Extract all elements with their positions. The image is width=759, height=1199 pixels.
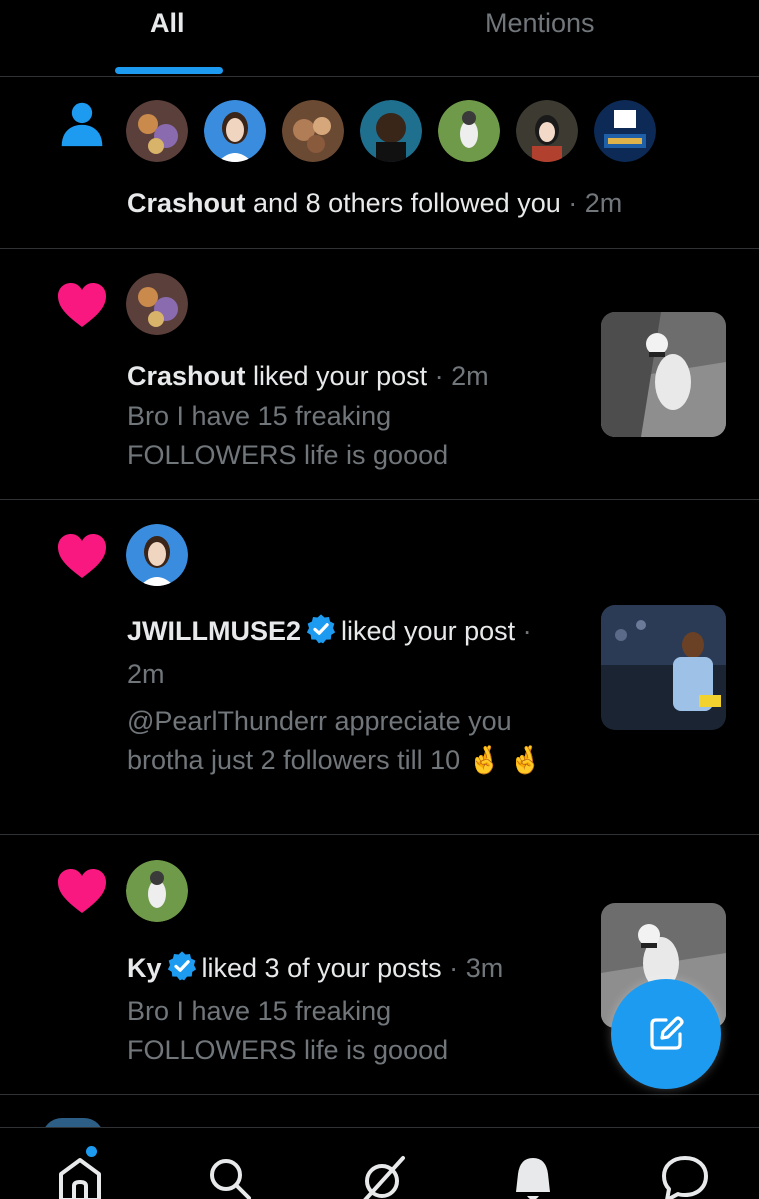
notification-text: liked your post xyxy=(341,616,516,646)
tab-mentions[interactable]: Mentions xyxy=(485,8,595,39)
post-snippet: @PearlThunderr appreciate you brotha jus… xyxy=(127,706,512,775)
home-notification-dot xyxy=(86,1146,97,1157)
user-name[interactable]: Ky xyxy=(127,953,162,983)
separator-dot: · xyxy=(449,953,459,983)
user-avatar[interactable] xyxy=(126,860,188,922)
follower-avatar[interactable] xyxy=(594,100,656,162)
follower-avatar[interactable] xyxy=(282,100,344,162)
heart-icon xyxy=(58,869,106,913)
person-icon xyxy=(61,102,103,147)
timestamp: 2m xyxy=(451,361,489,391)
timestamp: 2m xyxy=(127,659,165,689)
user-name[interactable]: Crashout xyxy=(127,188,246,218)
notification-like[interactable]: JWILLMUSE2 liked your post · 2m @PearlThu… xyxy=(0,500,759,835)
tab-all[interactable]: All xyxy=(150,8,185,39)
follower-avatar[interactable] xyxy=(516,100,578,162)
timestamp: 3m xyxy=(465,953,504,983)
notification-tabs: All Mentions xyxy=(0,0,759,77)
active-tab-indicator xyxy=(115,67,223,74)
follower-avatar[interactable] xyxy=(126,100,188,162)
notification-text: liked 3 of your posts xyxy=(201,953,442,983)
verified-badge-icon xyxy=(167,951,196,981)
crossed-fingers-emoji: 🤞 xyxy=(467,745,502,776)
grok-icon[interactable] xyxy=(357,1154,407,1199)
notification-like[interactable]: Crashout liked your post · 2m Bro I have… xyxy=(0,249,759,500)
separator-dot: · xyxy=(522,616,532,646)
search-icon[interactable] xyxy=(205,1154,255,1199)
home-icon[interactable] xyxy=(55,1154,105,1199)
post-thumbnail[interactable] xyxy=(601,605,726,730)
bottom-navigation xyxy=(0,1127,759,1199)
post-snippet: Bro I have 15 freaking FOLLOWERS life is… xyxy=(127,996,449,1065)
heart-icon xyxy=(58,283,106,327)
verified-badge-icon xyxy=(306,614,336,644)
follower-avatar[interactable] xyxy=(204,100,266,162)
separator-dot: · xyxy=(568,188,578,218)
separator-dot: · xyxy=(434,361,444,391)
heart-icon xyxy=(58,534,106,578)
crossed-fingers-emoji: 🤞 xyxy=(508,745,543,776)
user-avatar[interactable] xyxy=(126,524,188,586)
follower-avatar[interactable] xyxy=(438,100,500,162)
notification-text: liked your post xyxy=(253,361,428,391)
compose-button[interactable] xyxy=(611,979,721,1089)
compose-icon xyxy=(650,1016,684,1050)
post-thumbnail[interactable] xyxy=(601,312,726,437)
bell-icon[interactable] xyxy=(508,1154,558,1199)
notification-text: and 8 others followed you xyxy=(253,188,561,218)
notification-follow[interactable]: Crashout and 8 others followed you · 2m xyxy=(0,77,759,249)
messages-icon[interactable] xyxy=(660,1154,710,1199)
user-name[interactable]: JWILLMUSE2 xyxy=(127,616,301,646)
follower-avatar[interactable] xyxy=(360,100,422,162)
timestamp: 2m xyxy=(584,188,623,218)
post-snippet: Bro I have 15 freaking FOLLOWERS life is… xyxy=(127,401,449,470)
user-avatar[interactable] xyxy=(126,273,188,335)
user-name[interactable]: Crashout xyxy=(127,361,246,391)
